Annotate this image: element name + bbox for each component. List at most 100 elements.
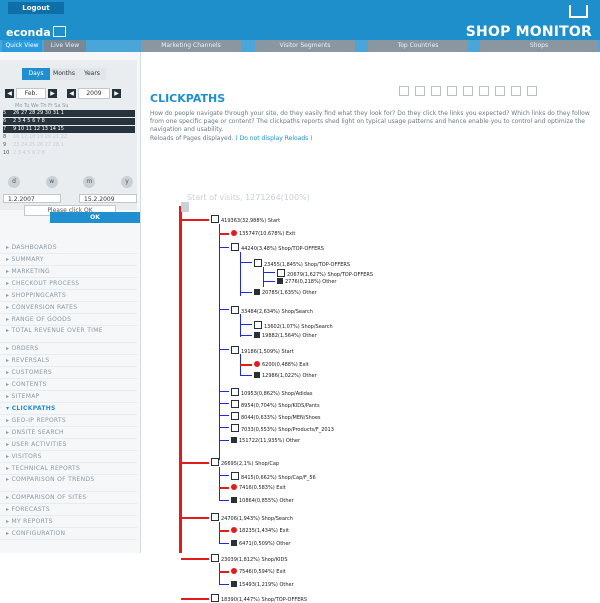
clickpath-node[interactable]: 26695(2,1%) Shop/Cap [211,458,279,467]
clickpath-node[interactable]: 7033(0,553%) Shop/Products/F_2013 [231,424,334,433]
calendar-week-row[interactable]: 10 2 3 4 5 6 7 8 [3,150,135,157]
clickpath-node[interactable]: 15493(1,219%) Other [231,581,294,588]
date-from-field[interactable]: 1.2.2007 [3,194,61,203]
calendar-week-row[interactable]: 5 26 27 28 29 30 31 1 [3,110,135,117]
shortcut-week-icon[interactable]: w [45,176,58,188]
clickpath-node[interactable]: 7416(0,583%) Exit [231,484,286,491]
clickpath-node[interactable]: 8415(0,662%) Shop/Cap/F_56 [231,472,316,481]
connector [181,219,209,221]
sidebar-item-reversals[interactable]: ▸ REVERSALS [0,355,137,367]
connector [219,247,229,248]
page-icon [211,554,219,562]
clickpath-node[interactable]: 18390(1,447%) Shop/TOP-OFFERS [211,594,307,603]
sidebar-item-comparison-of-sites[interactable]: ▸ COMPARISON OF SITES [0,492,137,504]
clickpath-node[interactable]: 135747(10,678%) Exit [231,230,295,237]
sidebar-item-marketing[interactable]: ▸ MARKETING [0,266,137,278]
connector [240,375,252,376]
clickpath-node[interactable]: 419363(32,988%) Start [211,215,280,224]
calendar-week-row[interactable]: 9 23 24 25 26 27 28 1 [3,142,135,149]
sidebar-item-orders[interactable]: ▸ ORDERS [0,343,137,355]
sidebar-item-conversion-rates[interactable]: ▸ CONVERSION RATES [0,302,137,314]
clickpath-node[interactable]: 24706(1,943%) Shop/Search [211,513,293,522]
tab-quick-view[interactable]: Quick View [2,40,42,52]
sidebar-item-configuration[interactable]: ▸ CONFIGURATION [0,528,137,540]
sidebar-item-visitors[interactable]: ▸ VISITORS [0,451,137,463]
sidebar-item-contents[interactable]: ▸ CONTENTS [0,379,137,391]
logout-door-icon[interactable] [569,5,588,18]
week-days[interactable]: 2 3 4 5 6 7 8 [13,150,45,156]
clickpath-node[interactable]: 13602(1,07%) Shop/Search [254,321,333,330]
clickpath-node[interactable]: 10864(0,855%) Other [231,497,294,504]
sidebar-item-sitemap[interactable]: ▸ SITEMAP [0,391,137,403]
node-label: 15493(1,219%) Other [239,582,294,588]
sidebar-item-onsite-search[interactable]: ▸ ONSITE SEARCH [0,427,137,439]
sidebar-item-my-reports[interactable]: ▸ MY REPORTS [0,516,137,528]
clickpath-node[interactable]: 18235(1,434%) Exit [231,527,289,534]
shortcut-day-icon[interactable]: d [8,176,20,188]
connector [263,281,275,282]
clickpath-node[interactable]: 8044(0,633%) Shop/MEN/Shoes [231,412,321,421]
clickpath-node[interactable]: 8954(0,704%) Shop/KIDS/Pants [231,400,320,409]
clickpath-node[interactable]: 151722(11,935%) Other [231,437,300,444]
sidebar-item-checkout-process[interactable]: ▸ CHECKOUT PROCESS [0,278,137,290]
week-days[interactable]: 9 10 11 12 13 14 15 [13,126,64,132]
sidebar-item-dashboards[interactable]: ▸ DASHBOARDS [0,242,137,254]
clickpath-node[interactable]: 10953(0,862%) Shop/Adidas [231,388,312,397]
node-label: 19186(1,509%) Start [241,349,294,355]
date-to-field[interactable]: 15.2.2009 [79,194,137,203]
clickpath-node[interactable]: 33484(2,634%) Shop/Search [231,306,313,315]
sidebar-item-range-of-goods[interactable]: ▸ RANGE OF GOODS [0,314,137,326]
next-year-icon[interactable]: ▶ [112,88,121,98]
sidebar-item-total-revenue[interactable]: ▸ TOTAL REVENUE OVER TIME [0,326,137,343]
connector [240,252,241,296]
sidebar-item-technical-reports[interactable]: ▸ TECHNICAL REPORTS [0,463,137,475]
tab-visitor-segments[interactable]: Visitor Segments [255,40,355,52]
shortcut-year-icon[interactable]: y [120,176,133,188]
calendar-week-row[interactable]: 6 2 3 4 5 6 7 8 [3,118,135,125]
connector [219,563,220,585]
clickpath-node[interactable]: 12986(1,022%) Other [254,372,317,379]
clickpath-node[interactable]: 19882(1,564%) Other [254,332,317,339]
sidebar-item-geo-ip-reports[interactable]: ▸ GEO-IP REPORTS [0,415,137,427]
tab-marketing-channels[interactable]: Marketing Channels [141,40,241,52]
week-days[interactable]: 2 3 4 5 6 7 8 [13,118,45,124]
sidebar-item-customers[interactable]: ▸ CUSTOMERS [0,367,137,379]
sidebar-item-user-activities[interactable]: ▸ USER ACTIVITIES [0,439,137,451]
logout-button[interactable]: Logout [8,2,64,14]
clickpath-node[interactable]: 6200(0,488%) Exit [254,361,309,368]
clickpath-node[interactable]: 20679(1,627%) Shop/TOP-OFFERS [277,269,373,278]
period-tab-days[interactable]: Days [22,68,50,80]
node-label: 6471(0,509%) Other [239,541,291,547]
week-days[interactable]: 16 17 18 19 20 21 22 [13,134,67,140]
calendar-week-row[interactable]: 8 16 17 18 19 20 21 22 [3,134,135,141]
clickpath-node[interactable]: 20785(1,635%) Other [254,289,317,296]
calendar-week-row[interactable]: 7 9 10 11 12 13 14 15 [3,126,135,133]
week-days[interactable]: 23 24 25 26 27 28 1 [13,142,64,148]
clickpath-node[interactable]: 6471(0,509%) Other [231,540,290,547]
tab-top-countries[interactable]: Top Countries [368,40,468,52]
year-field[interactable]: 2009 [78,87,110,99]
ok-button[interactable]: OK [50,212,140,223]
sidebar-item-clickpaths[interactable]: ▾ CLICKPATHS [0,403,137,415]
shortcut-month-icon[interactable]: m [83,176,96,188]
tab-shops[interactable]: Shops [480,40,598,52]
sidebar-item-comparison-of-trends[interactable]: ▸ COMPARISON OF TRENDS [0,475,137,492]
prev-year-icon[interactable]: ◀ [67,88,76,98]
clickpath-node[interactable]: 2776(0,218%) Other [277,278,336,285]
page-icon [231,472,239,480]
clickpath-node[interactable]: 7546(0,594%) Exit [231,568,286,575]
period-tab-years[interactable]: Years [78,68,106,80]
sidebar-item-shoppingcarts[interactable]: ▸ SHOPPINGCARTS [0,290,137,302]
month-field[interactable]: Feb. [16,87,46,99]
next-month-icon[interactable]: ▶ [48,88,57,98]
page-icon [231,424,239,432]
tab-live-view[interactable]: Live View [44,40,86,52]
sidebar-item-forecasts[interactable]: ▸ FORECASTS [0,504,137,516]
clickpath-node[interactable]: 23039(1,812%) Shop/KIDS [211,554,288,563]
week-days[interactable]: 26 27 28 29 30 31 1 [13,110,64,116]
clickpath-node[interactable]: 44240(3,48%) Shop/TOP-OFFERS [231,243,324,252]
prev-month-icon[interactable]: ◀ [5,88,14,98]
clickpath-node[interactable]: 23455(1,845%) Shop/TOP-OFFERS [254,259,350,268]
period-tab-months[interactable]: Months [50,68,78,80]
sidebar-item-summary[interactable]: ▸ SUMMARY [0,254,137,266]
